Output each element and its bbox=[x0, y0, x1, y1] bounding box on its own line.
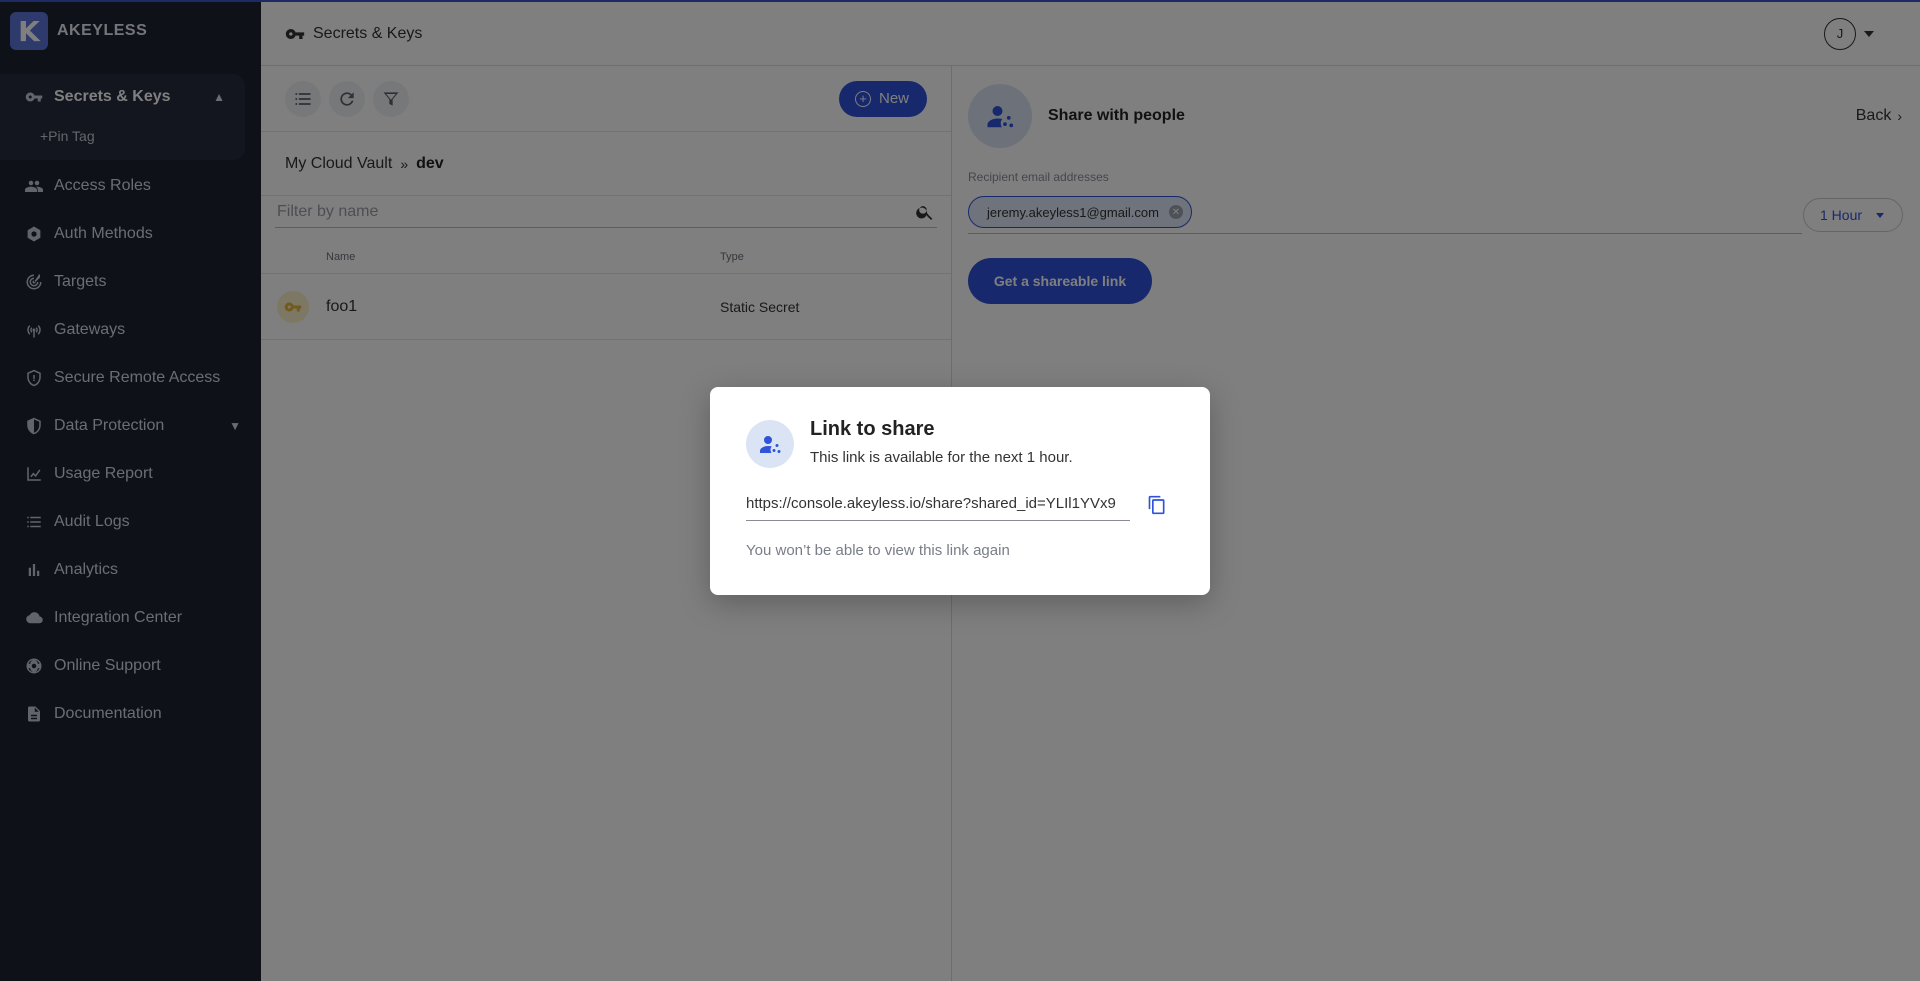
copy-button[interactable] bbox=[1146, 493, 1168, 517]
copy-icon bbox=[1148, 495, 1165, 515]
link-modal: Link to share This link is available for… bbox=[710, 387, 1210, 595]
modal-subtitle: This link is available for the next 1 ho… bbox=[810, 449, 1073, 466]
share-person-icon bbox=[746, 420, 794, 468]
modal-title: Link to share bbox=[810, 418, 935, 440]
modal-note: You won’t be able to view this link agai… bbox=[746, 542, 1010, 559]
share-link-field[interactable]: https://console.akeyless.io/share?shared… bbox=[746, 493, 1130, 521]
